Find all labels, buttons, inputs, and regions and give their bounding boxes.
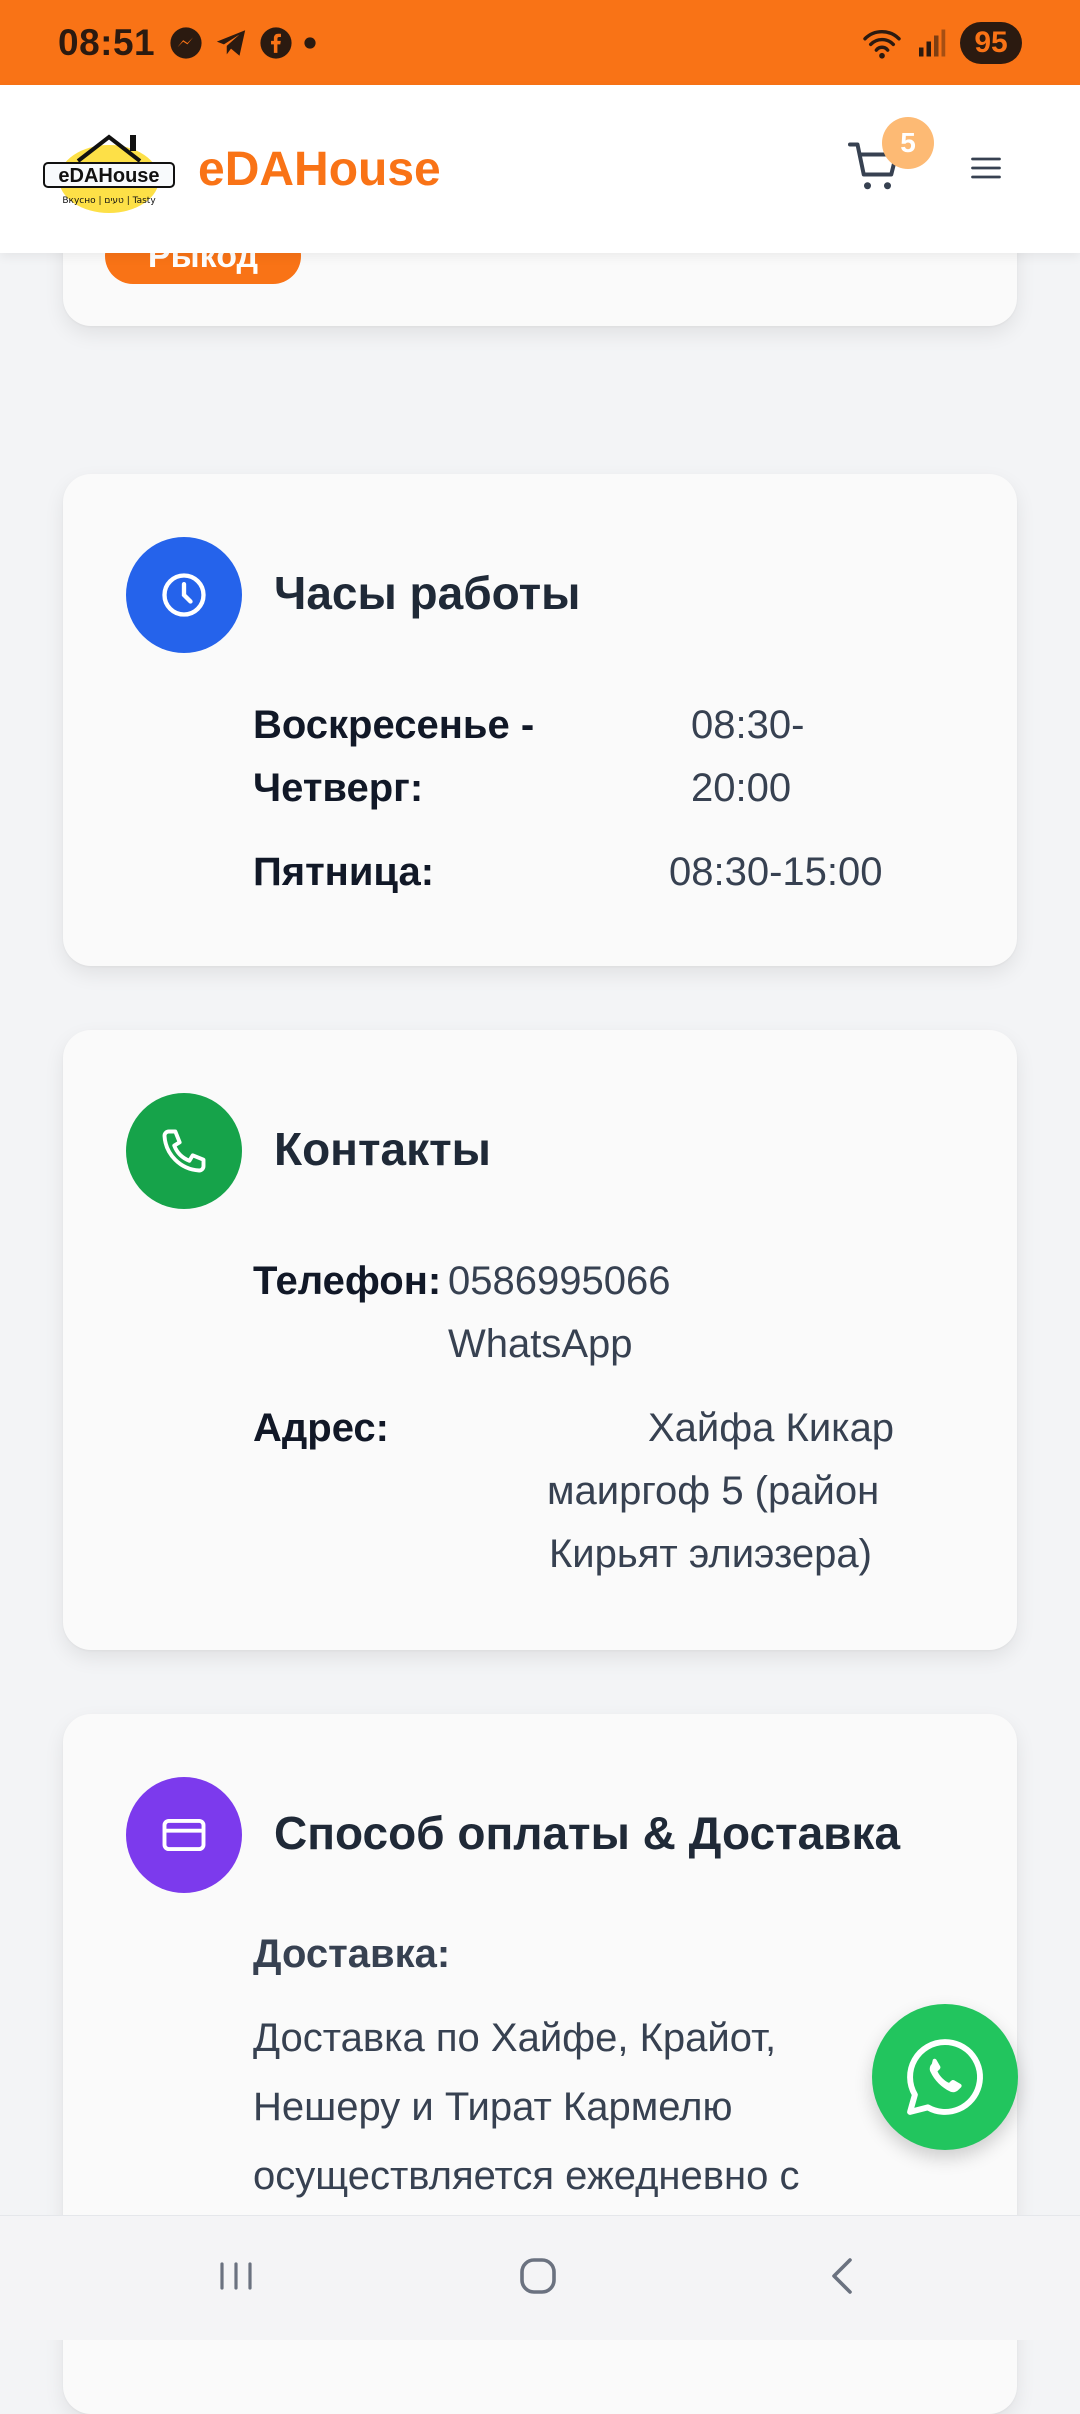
menu-button[interactable] xyxy=(968,150,1004,186)
recents-icon xyxy=(220,2262,252,2290)
system-nav-bar xyxy=(0,2215,1080,2340)
hours-title: Часы работы xyxy=(274,567,581,619)
svg-text:Вкусно | טעים | Tasty: Вкусно | טעים | Tasty xyxy=(62,196,156,206)
battery-indicator: 95 xyxy=(960,21,1022,64)
hours-value-friday: 08:30-15:00 xyxy=(669,850,883,894)
hours-label-weekdays-2: Четверг: xyxy=(253,766,424,810)
whatsapp-button[interactable] xyxy=(872,2004,1018,2150)
delivery-label: Доставка: xyxy=(253,1932,451,1976)
telegram-icon xyxy=(213,26,249,60)
home-button[interactable] xyxy=(514,2252,562,2300)
hamburger-icon xyxy=(971,157,1001,179)
address-line-3: Кирьят элиэзера) xyxy=(549,1532,872,1576)
address-label: Адрес: xyxy=(253,1406,389,1450)
phone-label: Телефон: xyxy=(253,1259,442,1303)
hours-label-friday: Пятница: xyxy=(253,850,435,894)
facebook-icon xyxy=(259,26,293,60)
logo-link[interactable]: eDAHouse Вкусно | טעים | Tasty eDAHouse xyxy=(40,121,441,217)
clock-icon xyxy=(126,537,242,653)
whatsapp-icon xyxy=(907,2039,983,2115)
address-line-1: Хайфа Кикар xyxy=(648,1406,895,1450)
contacts-card: Контакты Телефон: 0586995066 WhatsApp Ад… xyxy=(63,1030,1017,1650)
phone-value[interactable]: 0586995066 xyxy=(448,1250,670,1313)
messenger-icon xyxy=(169,26,203,60)
wifi-icon xyxy=(862,26,902,60)
working-hours-card: Часы работы Воскресенье - Четверг: 08:30… xyxy=(63,474,1017,966)
dot-icon xyxy=(303,36,317,50)
hours-label-weekdays-1: Воскресенье - xyxy=(253,703,535,747)
home-icon xyxy=(520,2258,556,2294)
address-line-2: маиргоф 5 (район xyxy=(547,1469,880,1513)
back-icon xyxy=(832,2258,852,2294)
credit-card-icon xyxy=(126,1777,242,1893)
recents-button[interactable] xyxy=(212,2252,260,2300)
cart-count-badge: 5 xyxy=(882,117,934,169)
payment-title: Способ оплаты & Доставка xyxy=(274,1807,901,1859)
app-header: eDAHouse Вкусно | טעים | Tasty eDAHouse … xyxy=(0,85,1080,253)
brand-name: eDAHouse xyxy=(198,142,441,196)
delivery-line-3: осуществляется ежедневно с xyxy=(253,2154,800,2198)
signal-icon xyxy=(916,28,946,58)
notification-icons xyxy=(169,26,317,60)
phone-icon xyxy=(126,1093,242,1209)
delivery-line-1: Доставка по Хайфе, Крайот, xyxy=(253,2016,777,2060)
status-right: 95 xyxy=(862,21,1022,64)
svg-text:eDAHouse: eDAHouse xyxy=(58,165,159,187)
status-time: 08:51 xyxy=(58,21,156,63)
delivery-line-2: Нешеру и Тират Кармелю xyxy=(253,2085,733,2129)
phone-whatsapp-note: WhatsApp xyxy=(448,1322,633,1366)
hours-value-weekdays-2: 20:00 xyxy=(691,766,792,810)
back-button[interactable] xyxy=(820,2252,868,2300)
hours-value-weekdays-1: 08:30- xyxy=(691,703,805,747)
status-bar: 08:51 95 xyxy=(0,0,1080,85)
logo-image: eDAHouse Вкусно | טעים | Tasty xyxy=(43,134,175,213)
contacts-title: Контакты xyxy=(274,1123,491,1175)
